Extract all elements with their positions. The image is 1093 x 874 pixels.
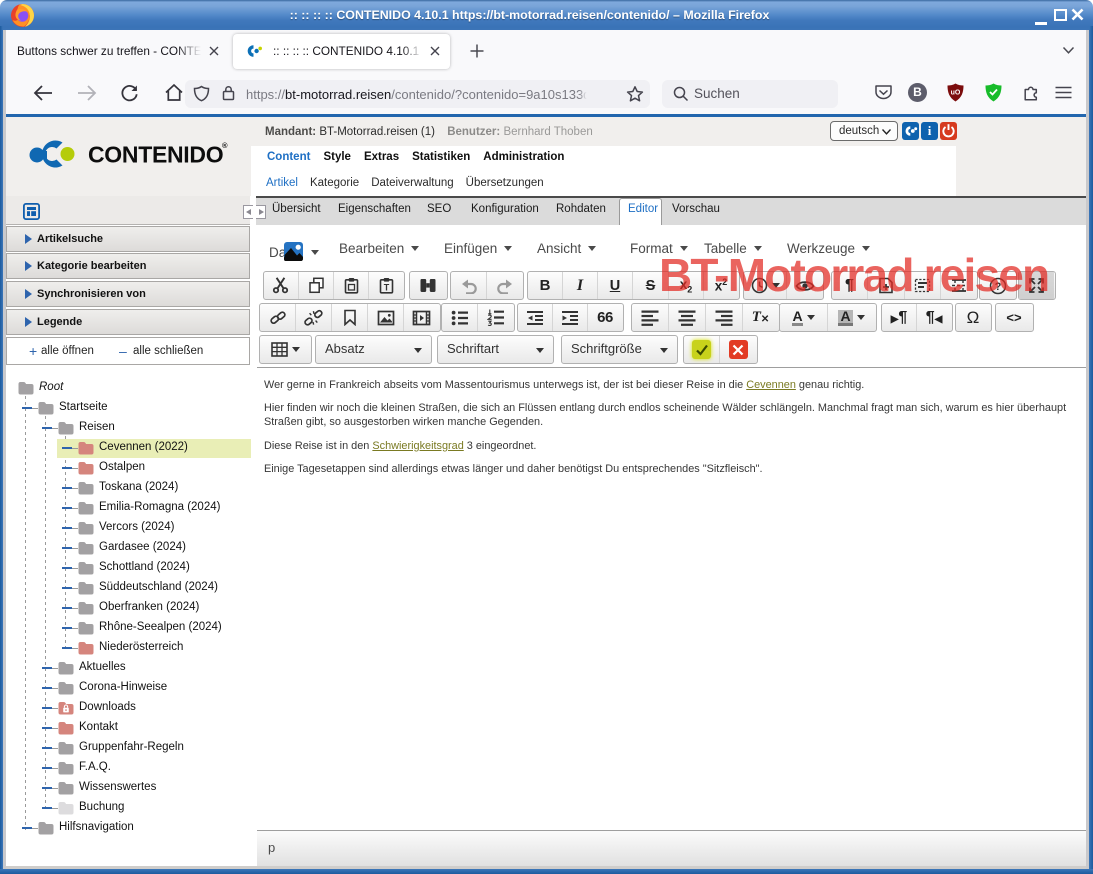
svg-text:CONTENIDO: CONTENIDO <box>88 142 223 168</box>
svg-text:®: ® <box>222 141 228 150</box>
svg-text:T: T <box>383 283 389 293</box>
svg-text:uO: uO <box>951 90 961 97</box>
